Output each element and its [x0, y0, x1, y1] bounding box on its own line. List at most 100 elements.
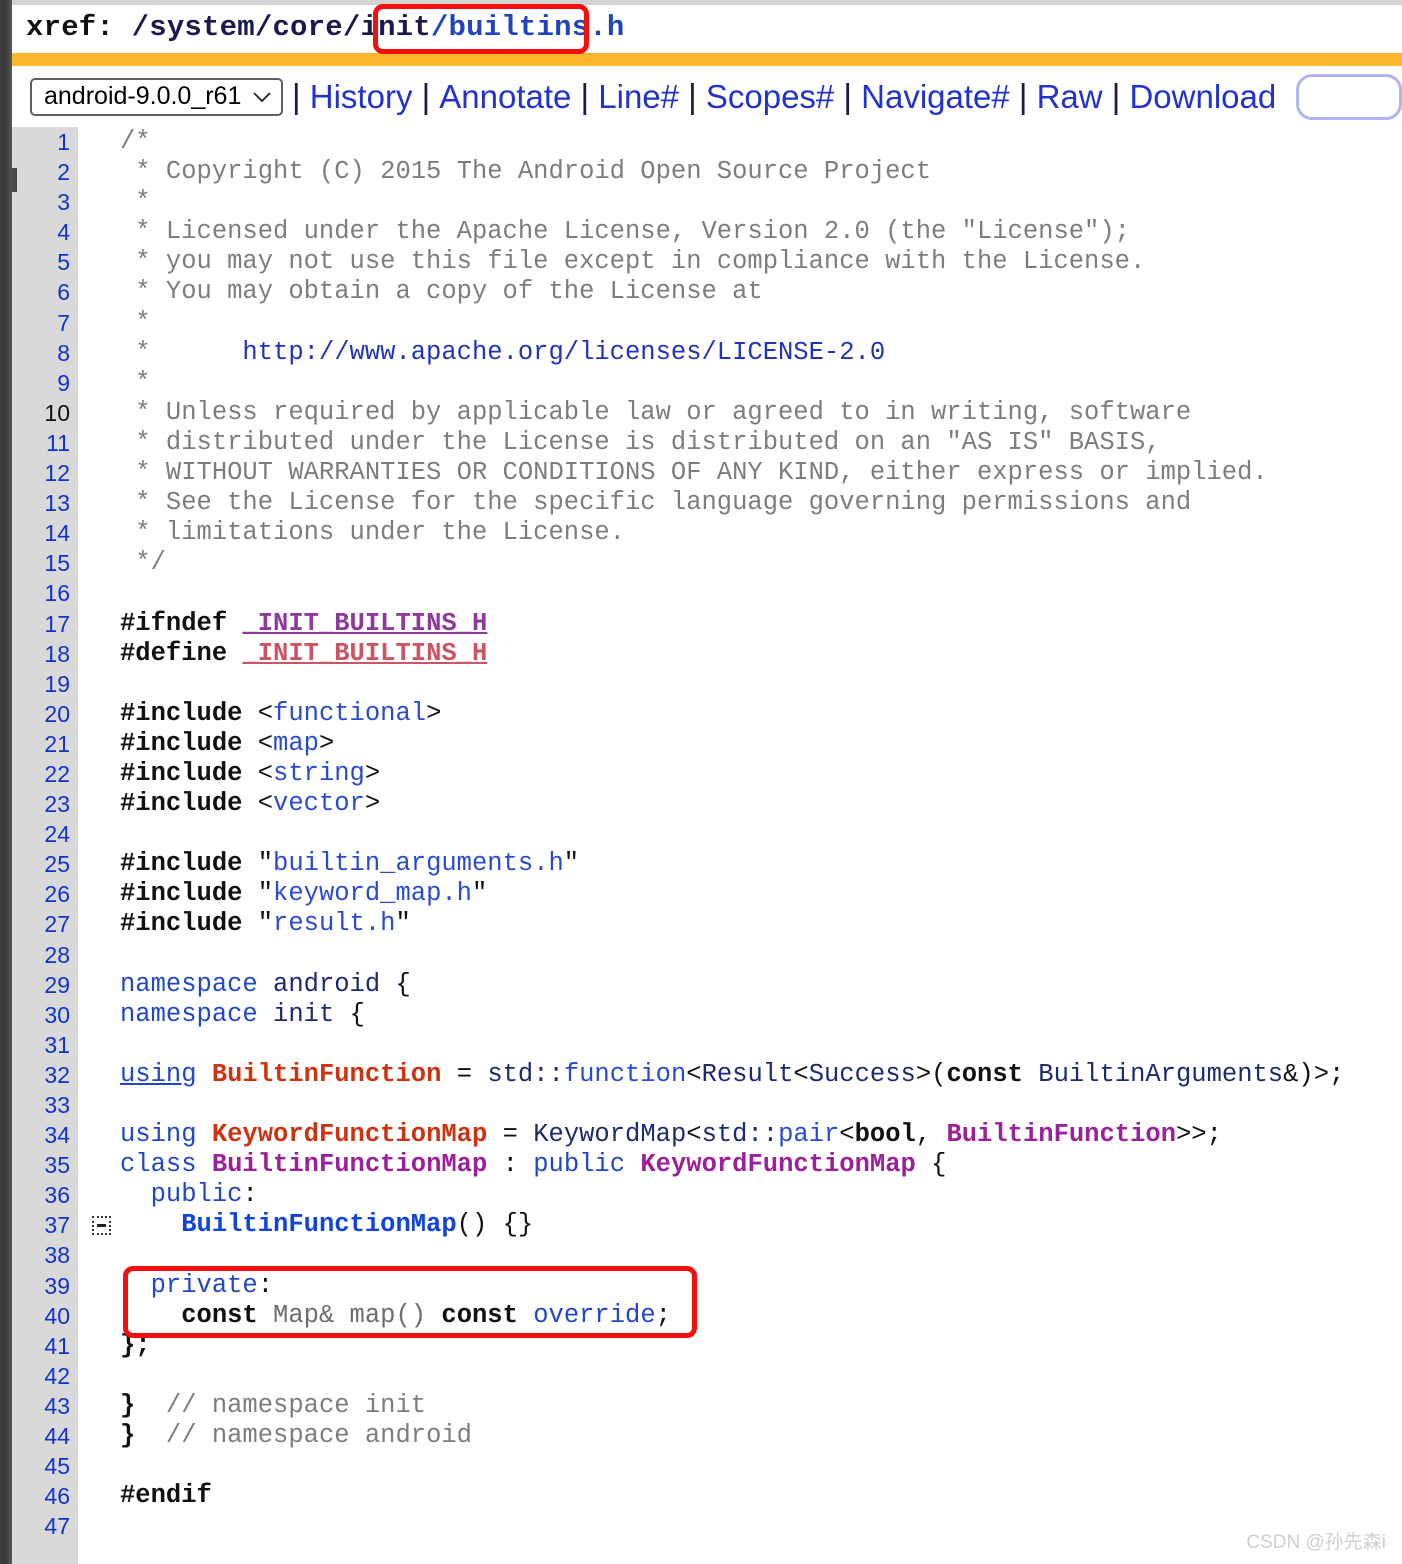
code-line-text: } // namespace init	[120, 1390, 427, 1420]
code-line-text: * you may not use this file except in co…	[120, 247, 1146, 277]
code-line: 29 namespace android {	[12, 970, 1402, 1000]
code-line: 4 * Licensed under the Apache License, V…	[12, 217, 1402, 247]
line-number[interactable]: 10	[12, 398, 70, 428]
toolbar-link-navigate[interactable]: Navigate#	[861, 78, 1010, 116]
line-number[interactable]: 45	[12, 1451, 70, 1481]
version-select[interactable]: android-9.0.0_r61	[30, 77, 283, 116]
line-number[interactable]: 1	[12, 127, 70, 157]
code-line-text: *	[120, 187, 151, 217]
line-number[interactable]: 37	[12, 1210, 70, 1240]
line-number[interactable]: 8	[12, 338, 70, 368]
line-number[interactable]: 18	[12, 639, 70, 669]
code-line: 26 #include "keyword_map.h"	[12, 879, 1402, 909]
code-line: 3 *	[12, 187, 1402, 217]
code-line: 34 using KeywordFunctionMap = KeywordMap<…	[12, 1120, 1402, 1150]
code-line: 6 * You may obtain a copy of the License…	[12, 277, 1402, 307]
toolbar-link-annotate[interactable]: Annotate	[439, 78, 571, 116]
breadcrumb-filename[interactable]: /builtins.h	[431, 11, 625, 44]
line-number[interactable]: 22	[12, 759, 70, 789]
code-line-text: * Copyright (C) 2015 The Android Open So…	[120, 157, 932, 187]
line-number[interactable]: 13	[12, 488, 70, 518]
code-line: 30 namespace init {	[12, 1000, 1402, 1030]
breadcrumb: xref: /system/core/init/builtins.h	[26, 11, 625, 44]
code-line-text: * Licensed under the Apache License, Ver…	[120, 217, 1130, 247]
line-number[interactable]: 2	[12, 157, 70, 187]
toolbar-separator: |	[1111, 77, 1121, 116]
code-line: 12 * WITHOUT WARRANTIES OR CONDITIONS OF…	[12, 458, 1402, 488]
code-fold-toggle[interactable]	[92, 1215, 111, 1235]
line-number[interactable]: 26	[12, 879, 70, 909]
line-number[interactable]: 31	[12, 1030, 70, 1060]
line-number[interactable]: 16	[12, 578, 70, 608]
line-number[interactable]: 36	[12, 1180, 70, 1210]
line-number[interactable]: 42	[12, 1361, 70, 1391]
watermark: CSDN @孙先森i	[1246, 1532, 1386, 1553]
line-number[interactable]: 23	[12, 789, 70, 819]
line-number[interactable]: 14	[12, 518, 70, 548]
code-line-text: * See the License for the specific langu…	[120, 488, 1192, 518]
line-number[interactable]: 24	[12, 819, 70, 849]
line-number[interactable]: 25	[12, 849, 70, 879]
line-number[interactable]: 47	[12, 1511, 70, 1541]
line-number[interactable]: 34	[12, 1120, 70, 1150]
xref-header: xref: /system/core/init/builtins.h	[12, 5, 1402, 53]
line-number[interactable]: 30	[12, 1000, 70, 1030]
code-line: 1 /*	[12, 127, 1402, 157]
line-number[interactable]: 38	[12, 1240, 70, 1270]
line-number[interactable]: 5	[12, 247, 70, 277]
line-number[interactable]: 20	[12, 699, 70, 729]
search-input[interactable]	[1296, 73, 1402, 120]
line-number[interactable]: 21	[12, 729, 70, 759]
line-number[interactable]: 15	[12, 548, 70, 578]
line-number[interactable]: 4	[12, 217, 70, 247]
code-line: 32 using BuiltinFunction = std::function<…	[12, 1060, 1402, 1090]
code-line: 27 #include "result.h"	[12, 909, 1402, 939]
line-number[interactable]: 35	[12, 1150, 70, 1180]
line-number[interactable]: 32	[12, 1060, 70, 1090]
code-line-text: */	[120, 548, 166, 578]
breadcrumb-directory[interactable]: /system/core/init	[132, 11, 431, 44]
code-line: 31	[12, 1030, 1402, 1060]
line-number[interactable]: 11	[12, 428, 70, 458]
code-line: 45	[12, 1451, 1402, 1481]
code-line-text: * WITHOUT WARRANTIES OR CONDITIONS OF AN…	[120, 458, 1268, 488]
code-line-text: class BuiltinFunctionMap : public Keywor…	[120, 1150, 947, 1180]
toolbar-link-raw[interactable]: Raw	[1037, 78, 1103, 116]
line-number[interactable]: 29	[12, 970, 70, 1000]
line-number[interactable]: 12	[12, 458, 70, 488]
line-number[interactable]: 28	[12, 940, 70, 970]
code-line-text: #include "builtin_arguments.h"	[120, 849, 580, 879]
toolbar-link-download[interactable]: Download	[1129, 78, 1276, 116]
toolbar-link-line-numbers[interactable]: Line#	[598, 78, 679, 116]
line-number[interactable]: 40	[12, 1301, 70, 1331]
code-line: 46 #endif	[12, 1481, 1402, 1511]
code-line: 5 * you may not use this file except in …	[12, 247, 1402, 277]
line-number[interactable]: 44	[12, 1421, 70, 1451]
code-line: 38	[12, 1240, 1402, 1270]
line-number[interactable]: 46	[12, 1481, 70, 1511]
window-left-edge	[0, 0, 12, 1564]
code-line: 44 } // namespace android	[12, 1421, 1402, 1451]
code-line: 22 #include <string>	[12, 759, 1402, 789]
toolbar-separator: |	[291, 77, 301, 116]
line-number[interactable]: 7	[12, 308, 70, 338]
line-number[interactable]: 6	[12, 277, 70, 307]
line-number[interactable]: 33	[12, 1090, 70, 1120]
code-line: 2 * Copyright (C) 2015 The Android Open …	[12, 157, 1402, 187]
line-number[interactable]: 3	[12, 187, 70, 217]
code-line: 20 #include <functional>	[12, 699, 1402, 729]
toolbar-separator: |	[421, 77, 431, 116]
code-line-text: } // namespace android	[120, 1421, 472, 1451]
line-number[interactable]: 9	[12, 368, 70, 398]
code-line: 42	[12, 1361, 1402, 1391]
toolbar-link-history[interactable]: History	[310, 78, 413, 116]
toolbar-link-scopes[interactable]: Scopes#	[706, 78, 834, 116]
line-number[interactable]: 41	[12, 1331, 70, 1361]
code-line: 41};	[12, 1331, 1402, 1361]
line-number[interactable]: 39	[12, 1271, 70, 1301]
line-number[interactable]: 43	[12, 1391, 70, 1421]
line-number[interactable]: 17	[12, 609, 70, 639]
code-line: 15 */	[12, 548, 1402, 578]
line-number[interactable]: 19	[12, 669, 70, 699]
line-number[interactable]: 27	[12, 909, 70, 939]
